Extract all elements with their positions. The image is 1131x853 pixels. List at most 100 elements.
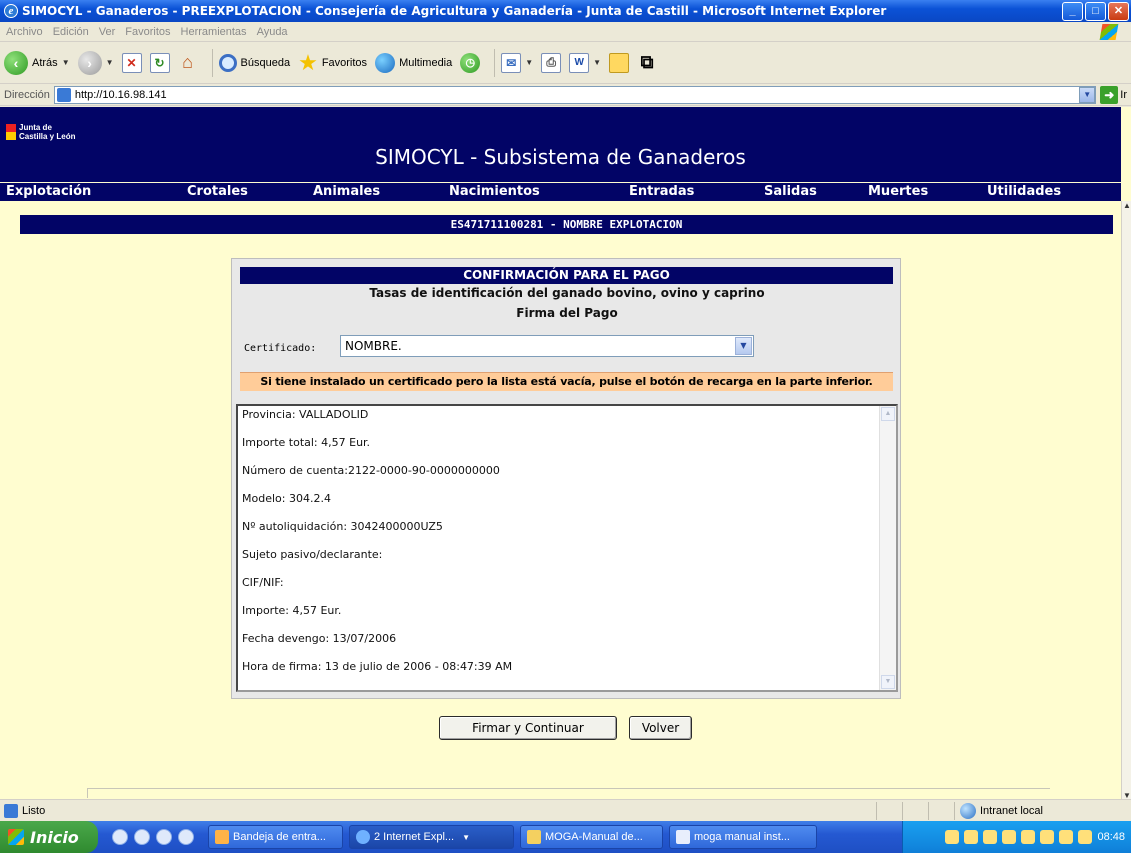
nav-salidas[interactable]: Salidas (764, 184, 817, 199)
task-label: Bandeja de entra... (233, 831, 326, 843)
logo-line-2: Castilla y León (19, 132, 76, 141)
refresh-icon: ↻ (149, 52, 170, 73)
status-bar: Listo Intranet local (0, 799, 1131, 821)
horizontal-scroll-track[interactable] (87, 788, 1050, 798)
favorites-label: Favoritos (321, 56, 368, 69)
menu-ver[interactable]: Ver (99, 26, 116, 38)
page-scrollbar[interactable]: ▲ ▼ (1121, 201, 1131, 799)
junta-logo: Junta de Castilla y León (6, 117, 106, 147)
task-label: MOGA-Manual de... (545, 831, 643, 843)
search-button[interactable]: Búsqueda (218, 53, 290, 72)
nav-animales[interactable]: Animales (313, 184, 380, 199)
zone-label: Intranet local (980, 805, 1043, 817)
task-folder[interactable]: MOGA-Manual de... (520, 825, 663, 849)
nav-explotacion[interactable]: Explotación (6, 184, 91, 199)
mail-button[interactable]: ✉ ▼ (501, 52, 533, 73)
address-dropdown-icon[interactable]: ▼ (1079, 86, 1096, 103)
go-label: Ir (1120, 88, 1127, 101)
detail-line: CIF/NIF: (242, 576, 284, 589)
address-input[interactable]: http://10.16.98.141 ▼ (53, 85, 1097, 104)
mail-dropdown-icon[interactable]: ▼ (525, 58, 533, 67)
page-viewport: Junta de Castilla y León SIMOCYL - Subsi… (0, 107, 1131, 799)
page-icon (56, 87, 71, 102)
sign-and-continue-button[interactable]: Firmar y Continuar (439, 716, 617, 740)
clock: 08:48 (1097, 831, 1125, 843)
task-outlook[interactable]: Bandeja de entra... (208, 825, 343, 849)
details-scrollbar[interactable]: ▲ ▼ (879, 406, 896, 690)
minimize-button[interactable]: _ (1062, 1, 1083, 21)
ie-task-icon (356, 830, 370, 844)
go-button[interactable]: ➜ Ir (1100, 85, 1127, 104)
chevron-down-icon[interactable]: ▼ (735, 337, 752, 355)
page-status-icon (4, 803, 18, 818)
edit-dropdown-icon[interactable]: ▼ (593, 58, 601, 67)
media-quicklaunch-icon[interactable] (178, 829, 194, 845)
back-dropdown-icon[interactable]: ▼ (62, 58, 70, 67)
network-tray-icon[interactable] (983, 830, 998, 844)
status-divider (902, 802, 903, 820)
title-bar[interactable]: e SIMOCYL - Ganaderos - PREEXPLOTACION -… (0, 0, 1131, 22)
nav-nacimientos[interactable]: Nacimientos (449, 184, 540, 199)
detail-line: Importe total: 4,57 Eur. (242, 436, 371, 449)
quick-launch (112, 829, 194, 845)
antivirus-tray-icon[interactable] (1059, 830, 1074, 844)
nav-entradas[interactable]: Entradas (629, 184, 694, 199)
ie-quicklaunch-icon[interactable] (112, 829, 128, 845)
menu-ayuda[interactable]: Ayuda (257, 26, 288, 38)
mail-icon: ✉ (501, 52, 522, 73)
back-button[interactable]: ‹ Atrás ▼ (4, 50, 70, 75)
scroll-up-icon[interactable]: ▲ (881, 407, 895, 421)
display-tray-icon[interactable] (1021, 830, 1036, 844)
close-button[interactable]: ✕ (1108, 1, 1129, 21)
messenger-button[interactable]: ⧉ (637, 52, 657, 73)
back-page-button[interactable]: Volver (629, 716, 692, 740)
outlook-tray-icon[interactable] (964, 830, 979, 844)
media-button[interactable]: Multimedia (375, 52, 452, 73)
menu-favoritos[interactable]: Favoritos (125, 26, 170, 38)
certificate-value: NOMBRE. (345, 339, 402, 353)
outlook-quicklaunch-icon[interactable] (134, 829, 150, 845)
start-button[interactable]: Inicio (0, 821, 98, 853)
detail-line: Hora de firma: 13 de julio de 2006 - 08:… (242, 660, 513, 673)
nav-muertes[interactable]: Muertes (868, 184, 928, 199)
address-label: Dirección (4, 88, 50, 101)
favorites-button[interactable]: ★ Favoritos (298, 51, 368, 73)
edit-button[interactable]: W ▼ (569, 52, 601, 73)
menu-edicion[interactable]: Edición (53, 26, 89, 38)
task-label: 2 Internet Expl... (374, 831, 455, 843)
payment-details-box[interactable]: Provincia: VALLADOLID Importe total: 4,5… (236, 404, 898, 692)
nav-crotales[interactable]: Crotales (187, 184, 248, 199)
windows-logo-icon (1099, 24, 1119, 40)
forward-button[interactable]: › ▼ (77, 50, 114, 75)
task-ie-group[interactable]: 2 Internet Expl... ▼ (349, 825, 514, 849)
windows-flag-icon (8, 829, 24, 845)
home-button[interactable]: ⌂ (178, 52, 198, 73)
page-scroll-up-icon[interactable]: ▲ (1122, 201, 1131, 211)
mail-tray-icon[interactable] (945, 830, 960, 844)
status-divider (928, 802, 929, 820)
task-word[interactable]: moga manual inst... (669, 825, 817, 849)
outlook-icon (215, 830, 229, 844)
forward-dropdown-icon[interactable]: ▼ (106, 58, 114, 67)
security-tray-icon[interactable] (1040, 830, 1055, 844)
nav-utilidades[interactable]: Utilidades (987, 184, 1061, 199)
certificate-select[interactable]: NOMBRE. ▼ (340, 335, 754, 357)
firefox-quicklaunch-icon[interactable] (156, 829, 172, 845)
print-button[interactable]: ⎙ (541, 52, 562, 73)
maximize-button[interactable]: □ (1085, 1, 1106, 21)
logo-line-1: Junta de (19, 123, 52, 132)
home-icon: ⌂ (182, 52, 193, 72)
update-tray-icon[interactable] (1078, 830, 1093, 844)
farm-bar: ES471711100281 - NOMBRE EXPLOTACION (20, 215, 1113, 234)
stop-button[interactable]: ✕ (121, 52, 142, 73)
toolbar: ‹ Atrás ▼ › ▼ ✕ ↻ ⌂ Búsqueda ★ Favoritos… (0, 42, 1131, 84)
menu-archivo[interactable]: Archivo (6, 26, 43, 38)
folder-button[interactable] (609, 52, 630, 73)
scroll-down-icon[interactable]: ▼ (881, 675, 895, 689)
media-icon (375, 52, 396, 73)
history-button[interactable]: ◷ (460, 52, 481, 73)
page-scroll-down-icon[interactable]: ▼ (1122, 791, 1131, 799)
menu-herramientas[interactable]: Herramientas (181, 26, 247, 38)
sound-tray-icon[interactable] (1002, 830, 1017, 844)
refresh-button[interactable]: ↻ (149, 52, 170, 73)
